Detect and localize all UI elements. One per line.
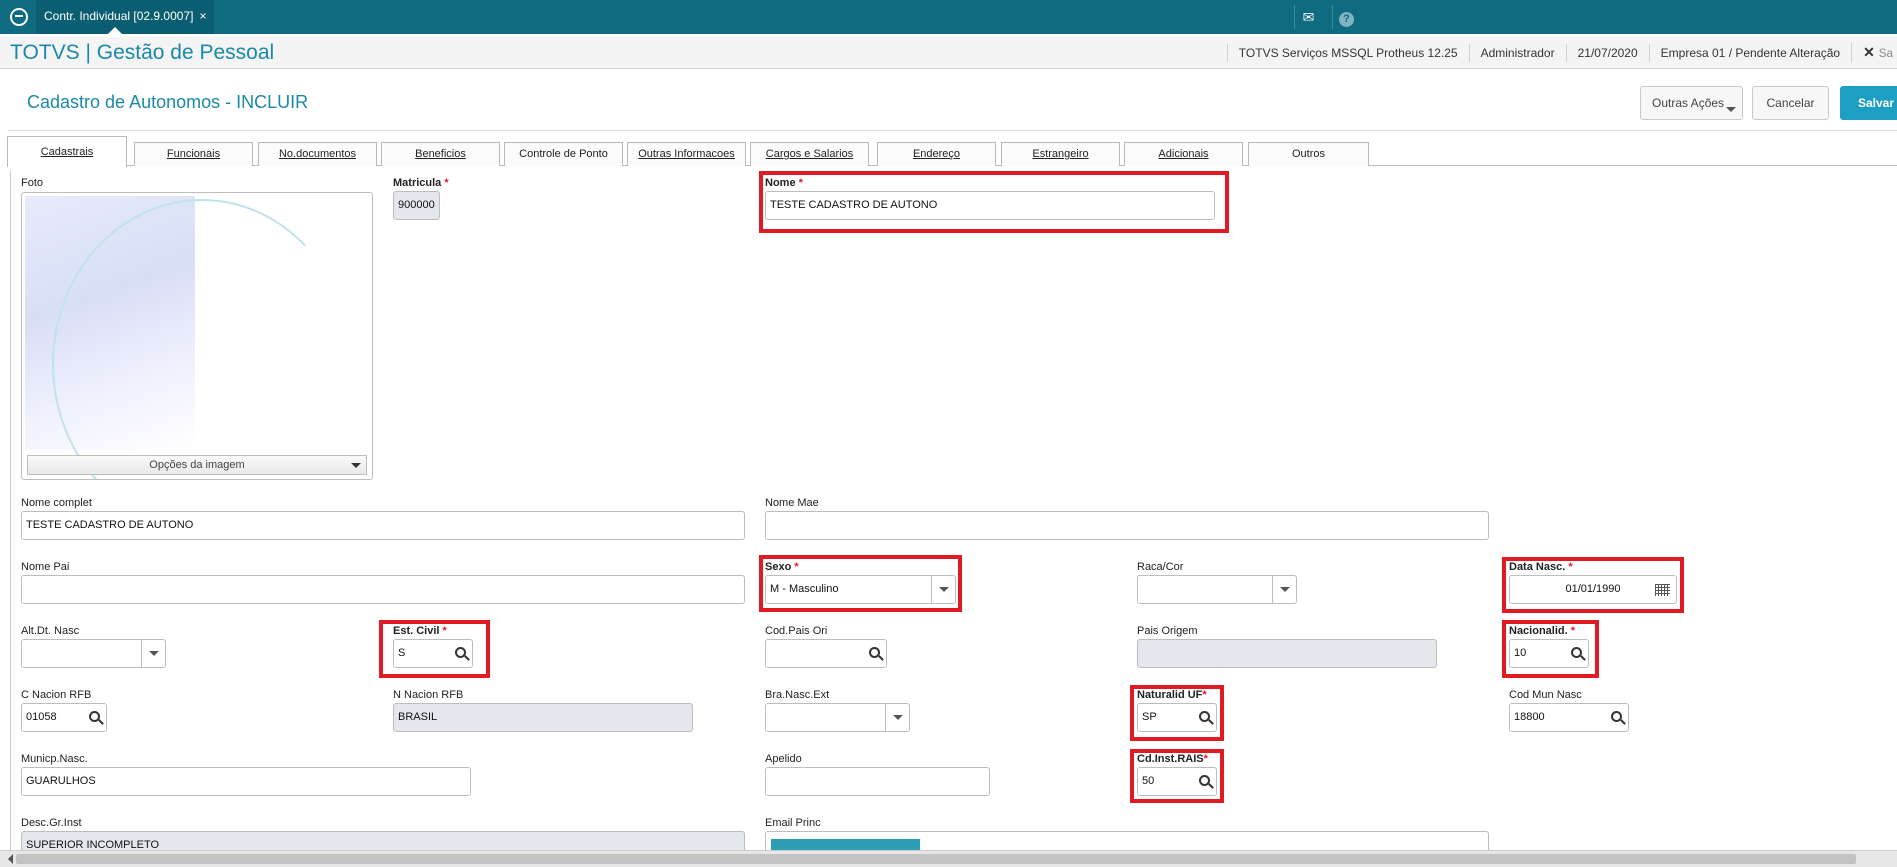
other-actions-button[interactable]: Outras Ações bbox=[1640, 86, 1743, 120]
app-info: TOTVS Serviços MSSQL Protheus 12.25 Admi… bbox=[1226, 37, 1897, 69]
chevron-down-icon bbox=[931, 576, 955, 603]
raca-cor-select[interactable] bbox=[1137, 575, 1297, 604]
user-label: Administrador bbox=[1468, 44, 1566, 62]
cd-inst-rais-label: Cd.Inst.RAIS* bbox=[1137, 753, 1208, 765]
chevron-down-icon bbox=[885, 704, 909, 731]
tab-no-documentos[interactable]: No.documentos bbox=[258, 142, 377, 166]
matricula-label: Matricula * bbox=[393, 177, 449, 189]
n-nacion-rfb-label: N Nacion RFB bbox=[393, 689, 464, 701]
calendar-icon[interactable] bbox=[1655, 584, 1670, 596]
municp-nasc-field[interactable]: GUARULHOS bbox=[21, 767, 471, 796]
cod-pais-ori-field[interactable] bbox=[765, 639, 887, 668]
alt-dt-nasc-select[interactable] bbox=[21, 639, 166, 668]
company-label[interactable]: Empresa 01 / Pendente Alteração bbox=[1648, 44, 1851, 62]
cod-pais-ori-label: Cod.Pais Ori bbox=[765, 625, 828, 637]
photo-box: Opções da imagem bbox=[21, 192, 373, 480]
close-icon[interactable]: ✕ Sa bbox=[1851, 43, 1897, 63]
scrollbar-thumb[interactable] bbox=[16, 854, 1856, 864]
nome-complet-field[interactable]: TESTE CADASTRO DE AUTONO bbox=[21, 511, 745, 540]
naturalid-uf-label: Naturalid UF* bbox=[1137, 689, 1207, 701]
tab-funcionais[interactable]: Funcionais bbox=[134, 142, 253, 166]
nome-field[interactable]: TESTE CADASTRO DE AUTONO bbox=[765, 191, 1215, 220]
est-civil-label: Est. Civil * bbox=[393, 625, 447, 637]
tab-close-icon[interactable]: × bbox=[199, 9, 206, 23]
search-icon[interactable] bbox=[1199, 775, 1210, 786]
search-icon[interactable] bbox=[869, 647, 880, 658]
c-nacion-rfb-label: C Nacion RFB bbox=[21, 689, 92, 701]
search-icon[interactable] bbox=[1571, 647, 1582, 658]
divider bbox=[8, 130, 1897, 131]
photo-label: Foto bbox=[21, 177, 44, 189]
search-icon[interactable] bbox=[1199, 711, 1210, 722]
search-icon[interactable] bbox=[1611, 711, 1622, 722]
page-title: Cadastro de Autonomos - INCLUIR bbox=[27, 92, 309, 112]
help-icon[interactable]: ? bbox=[1332, 5, 1360, 29]
tab-endereco[interactable]: Endereço bbox=[877, 142, 996, 166]
app-header: TOTVS | Gestão de Pessoal TOTVS Serviços… bbox=[0, 37, 1897, 69]
desc-gr-inst-label: Desc.Gr.Inst bbox=[21, 817, 82, 829]
tab-estrangeiro[interactable]: Estrangeiro bbox=[1001, 142, 1120, 166]
pais-origem-label: Pais Origem bbox=[1137, 625, 1198, 637]
chevron-down-icon bbox=[1726, 107, 1736, 117]
search-icon[interactable] bbox=[455, 647, 466, 658]
environment-label: TOTVS Serviços MSSQL Protheus 12.25 bbox=[1226, 44, 1469, 62]
chevron-down-icon bbox=[1272, 576, 1296, 603]
cd-inst-rais-field[interactable]: 50 bbox=[1137, 767, 1217, 796]
nome-label: Nome * bbox=[765, 177, 803, 189]
scroll-left-icon[interactable] bbox=[3, 854, 13, 864]
date-label: 21/07/2020 bbox=[1565, 44, 1649, 62]
cod-mun-nasc-field[interactable]: 18800 bbox=[1509, 703, 1629, 732]
c-nacion-rfb-field[interactable]: 01058 bbox=[21, 703, 107, 732]
municp-nasc-label: Municp.Nasc. bbox=[21, 753, 88, 765]
alt-dt-nasc-label: Alt.Dt. Nasc bbox=[21, 625, 80, 637]
tab-outras-informacoes[interactable]: Outras Informacoes bbox=[627, 142, 746, 166]
nome-pai-label: Nome Pai bbox=[21, 561, 70, 573]
bra-nasc-ext-select[interactable] bbox=[765, 703, 910, 732]
horizontal-scrollbar[interactable] bbox=[0, 850, 1897, 867]
chevron-down-icon bbox=[141, 640, 165, 667]
n-nacion-rfb-field[interactable]: BRASIL bbox=[393, 703, 693, 732]
nome-complet-label: Nome complet bbox=[21, 497, 92, 509]
sexo-label: Sexo * bbox=[765, 561, 799, 573]
nacionalid-label: Nacionalid. * bbox=[1509, 625, 1576, 637]
bra-nasc-ext-label: Bra.Nasc.Ext bbox=[765, 689, 830, 701]
tab-cargos-e-salarios[interactable]: Cargos e Salarios bbox=[750, 142, 869, 166]
naturalid-uf-field[interactable]: SP bbox=[1137, 703, 1217, 732]
cod-mun-nasc-label: Cod Mun Nasc bbox=[1509, 689, 1582, 701]
apelido-label: Apelido bbox=[765, 753, 802, 765]
raca-cor-label: Raca/Cor bbox=[1137, 561, 1184, 573]
apelido-field[interactable] bbox=[765, 767, 990, 796]
window-tab-label: Contr. Individual [02.9.0007] bbox=[44, 9, 194, 23]
app-title: TOTVS | Gestão de Pessoal bbox=[10, 41, 275, 64]
tab-cadastrais[interactable]: Cadastrais bbox=[7, 136, 127, 167]
mail-icon[interactable]: ✉ bbox=[1294, 5, 1322, 29]
form-tabs: Cadastrais Funcionais No.documentos Bene… bbox=[7, 136, 1897, 167]
tab-outros[interactable]: Outros bbox=[1248, 142, 1369, 166]
search-icon[interactable] bbox=[89, 711, 100, 722]
nacionalid-field[interactable]: 10 bbox=[1509, 639, 1589, 668]
top-bar: Contr. Individual [02.9.0007] × ✉ ? bbox=[0, 0, 1897, 34]
tab-adicionais[interactable]: Adicionais bbox=[1124, 142, 1243, 166]
matricula-field[interactable]: 900000 bbox=[393, 191, 440, 220]
est-civil-field[interactable]: S bbox=[393, 639, 473, 668]
data-nasc-label: Data Nasc. * bbox=[1509, 561, 1573, 573]
nome-mae-label: Nome Mae bbox=[765, 497, 819, 509]
chevron-down-icon bbox=[351, 463, 361, 473]
pais-origem-field[interactable] bbox=[1137, 639, 1437, 668]
sexo-select[interactable]: M - Masculino bbox=[765, 575, 956, 604]
photo-options-button[interactable]: Opções da imagem bbox=[27, 455, 367, 475]
cancel-button[interactable]: Cancelar bbox=[1752, 86, 1829, 120]
window-tab[interactable]: Contr. Individual [02.9.0007] × bbox=[36, 0, 215, 34]
email-princ-label: Email Princ bbox=[765, 817, 821, 829]
tab-beneficios[interactable]: Beneficios bbox=[381, 142, 500, 166]
data-nasc-field[interactable]: 01/01/1990 bbox=[1509, 575, 1677, 604]
tab-controle-de-ponto[interactable]: Controle de Ponto bbox=[504, 142, 623, 166]
nome-pai-field[interactable] bbox=[21, 575, 745, 604]
save-button[interactable]: Salvar bbox=[1840, 86, 1897, 120]
totvs-logo-icon[interactable] bbox=[10, 8, 28, 26]
nome-mae-field[interactable] bbox=[765, 511, 1489, 540]
